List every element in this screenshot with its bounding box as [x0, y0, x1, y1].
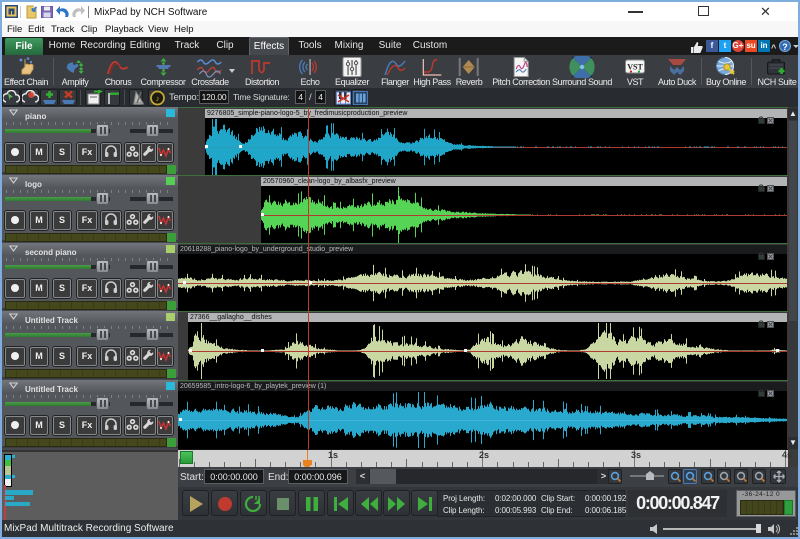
svg-text:VST: VST — [627, 63, 643, 72]
svg-text:♪: ♪ — [156, 94, 160, 103]
